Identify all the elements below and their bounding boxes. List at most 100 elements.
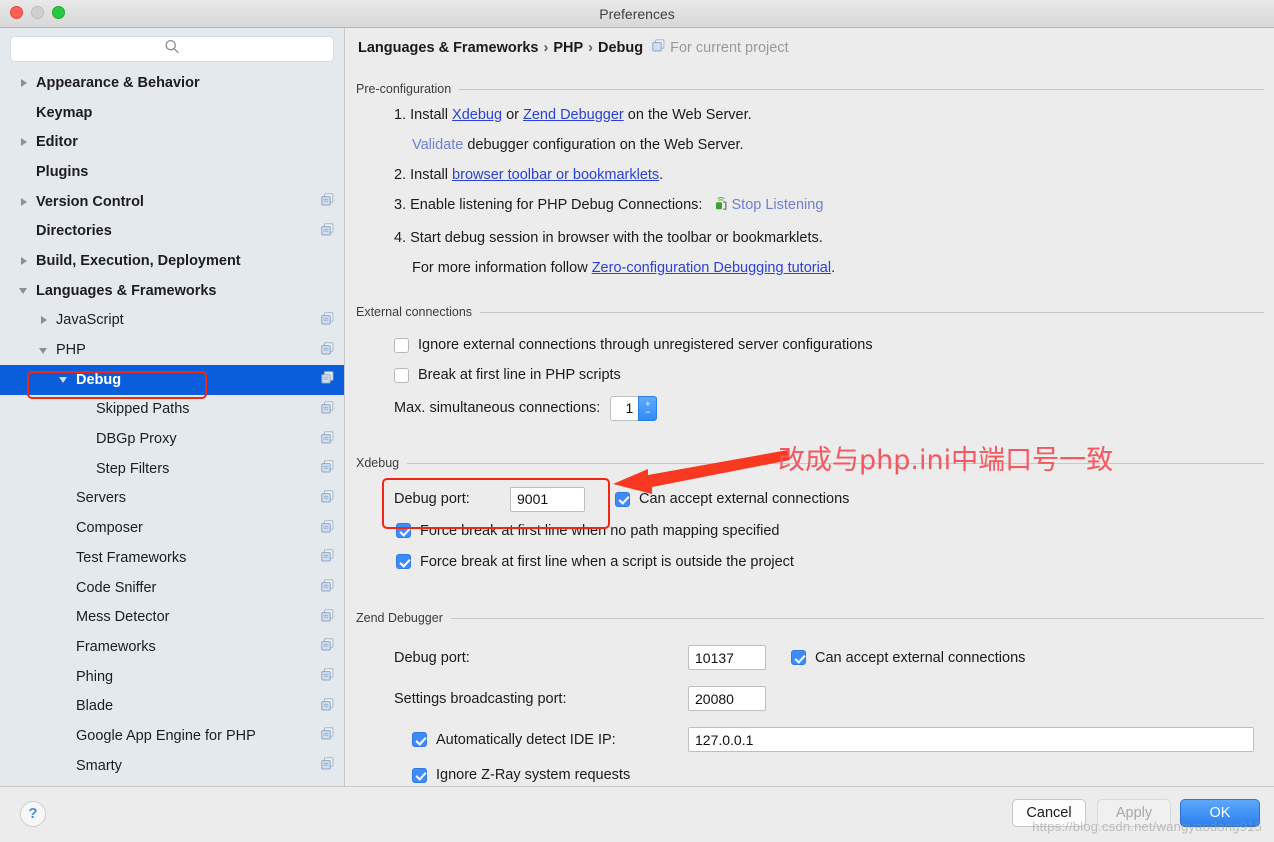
sidebar-item-code-sniffer[interactable]: Code Sniffer (0, 573, 344, 603)
sidebar-item-skipped-paths[interactable]: Skipped Paths (0, 395, 344, 425)
break-first-line-checkbox[interactable] (394, 367, 409, 383)
copy-settings-icon[interactable] (321, 371, 334, 388)
break-first-line-row[interactable]: Break at first line in PHP scripts (394, 360, 1264, 390)
sidebar-item-appearance-behavior[interactable]: Appearance & Behavior (0, 68, 344, 98)
copy-settings-icon[interactable] (321, 549, 334, 566)
step-2-number: 2. (394, 167, 407, 183)
chevron-right-icon[interactable] (18, 254, 31, 267)
ignore-external-connections-checkbox[interactable] (394, 337, 409, 353)
sidebar-item-debug[interactable]: Debug (0, 364, 344, 395)
stepper-down-icon[interactable]: − (645, 408, 650, 417)
settings-sidebar[interactable]: Appearance & Behavior Keymap Editor Plugins… (0, 28, 345, 786)
copy-settings-icon[interactable] (321, 312, 334, 329)
chevron-down-icon[interactable] (58, 373, 71, 386)
sidebar-item-test-frameworks[interactable]: Test Frameworks (0, 543, 344, 573)
copy-settings-icon[interactable] (321, 519, 334, 537)
zend-debugger-link[interactable]: Zend Debugger (523, 107, 624, 123)
xdebug-port-row: Debug port: Can accept external connecti… (394, 483, 1264, 515)
max-connections-stepper[interactable]: 1 + − (610, 395, 658, 421)
browser-toolbar-link[interactable]: browser toolbar or bookmarklets (452, 167, 659, 183)
zend-ide-ip-input[interactable] (688, 727, 1254, 752)
copy-settings-icon[interactable] (321, 430, 334, 448)
copy-settings-icon[interactable] (321, 757, 334, 774)
sidebar-item-servers[interactable]: Servers (0, 484, 344, 514)
breadcrumb-part-2[interactable]: PHP (553, 40, 583, 56)
copy-settings-icon[interactable] (321, 638, 334, 655)
sidebar-item-phing[interactable]: Phing (0, 662, 344, 692)
sidebar-item-mess-detector[interactable]: Mess Detector (0, 602, 344, 632)
copy-settings-icon[interactable] (321, 223, 334, 240)
search-input[interactable] (11, 37, 333, 61)
sidebar-item-composer[interactable]: Composer (0, 513, 344, 543)
zend-zray-row[interactable]: Ignore Z-Ray system requests (394, 760, 1264, 786)
chevron-right-icon[interactable] (18, 136, 31, 149)
step-3-text: Enable listening for PHP Debug Connectio… (410, 197, 703, 213)
xdebug-accept-row[interactable]: Can accept external connections (615, 491, 849, 507)
sidebar-item-dbgp-proxy[interactable]: DBGp Proxy (0, 424, 344, 454)
xdebug-accept-external-checkbox[interactable] (615, 491, 630, 507)
chevron-down-icon[interactable] (18, 284, 31, 297)
sidebar-item-label: Languages & Frameworks (36, 282, 217, 299)
sidebar-item-blade[interactable]: Blade (0, 691, 344, 721)
zend-ignore-zray-checkbox[interactable] (412, 767, 427, 783)
validate-link[interactable]: Validate (412, 137, 463, 153)
sidebar-item-frameworks[interactable]: Frameworks (0, 632, 344, 662)
sidebar-item-php[interactable]: PHP (0, 335, 344, 365)
xdebug-link[interactable]: Xdebug (452, 107, 502, 123)
sidebar-item-smarty[interactable]: Smarty (0, 751, 344, 781)
sidebar-item-google-app-engine-for-php[interactable]: Google App Engine for PHP (0, 721, 344, 751)
settings-tree[interactable]: Appearance & Behavior Keymap Editor Plugins… (0, 68, 344, 781)
search-box[interactable] (10, 36, 334, 62)
xdebug-force-nopath-row[interactable]: Force break at first line when no path m… (396, 515, 1264, 546)
sidebar-item-step-filters[interactable]: Step Filters (0, 454, 344, 484)
copy-settings-icon[interactable] (321, 341, 334, 359)
sidebar-item-editor[interactable]: Editor (0, 127, 344, 157)
zend-broadcast-input[interactable] (688, 686, 766, 711)
zend-accept-external-checkbox[interactable] (791, 650, 806, 665)
xdebug-title: Xdebug (356, 456, 400, 470)
zero-config-tutorial-link[interactable]: Zero-configuration Debugging tutorial (592, 260, 831, 276)
copy-settings-icon[interactable] (321, 579, 334, 596)
sidebar-item-version-control[interactable]: Version Control (0, 187, 344, 217)
xdebug-force-outside-checkbox[interactable] (396, 554, 411, 569)
ignore-external-connections-label: Ignore external connections through unre… (418, 337, 873, 353)
copy-settings-icon[interactable] (321, 727, 334, 744)
xdebug-port-input[interactable] (510, 486, 585, 512)
zend-autodetect-toggle[interactable]: Automatically detect IDE IP: (394, 732, 688, 748)
copy-settings-icon[interactable] (321, 401, 334, 418)
breadcrumb-part-1[interactable]: Languages & Frameworks (358, 40, 539, 56)
xdebug-force-nopath-checkbox[interactable] (396, 523, 411, 538)
sidebar-item-label: Mess Detector (76, 609, 170, 626)
copy-scope-icon (652, 39, 665, 56)
sidebar-item-javascript[interactable]: JavaScript (0, 306, 344, 336)
zend-autodetect-ip-checkbox[interactable] (412, 732, 427, 747)
stop-listening-button[interactable]: Stop Listening (732, 197, 824, 213)
copy-settings-icon[interactable] (321, 490, 334, 507)
listener-phone-icon (713, 193, 729, 223)
sidebar-item-label: Plugins (36, 163, 89, 180)
xdebug-force-outside-row[interactable]: Force break at first line when a script … (396, 546, 1264, 577)
sidebar-item-directories[interactable]: Directories (0, 216, 344, 246)
copy-settings-icon[interactable] (321, 193, 334, 210)
ignore-external-connections-row[interactable]: Ignore external connections through unre… (394, 330, 1264, 360)
zend-port-input[interactable] (688, 645, 766, 670)
copy-settings-icon[interactable] (321, 698, 334, 715)
zend-accept-row[interactable]: Can accept external connections (791, 650, 1025, 666)
sidebar-item-build-execution-deployment[interactable]: Build, Execution, Deployment (0, 246, 344, 276)
chevron-right-icon[interactable] (18, 76, 31, 89)
max-connections-value[interactable]: 1 (610, 395, 639, 421)
sidebar-item-plugins[interactable]: Plugins (0, 157, 344, 187)
help-button[interactable]: ? (20, 801, 46, 827)
stepper-arrows[interactable]: + − (638, 395, 658, 421)
chevron-right-icon[interactable] (38, 314, 51, 327)
pre-configuration-title: Pre-configuration (356, 82, 452, 96)
sidebar-item-keymap[interactable]: Keymap (0, 98, 344, 128)
chevron-down-icon[interactable] (38, 344, 51, 357)
chevron-right-icon[interactable] (18, 195, 31, 208)
section-divider (480, 311, 1264, 313)
copy-settings-icon[interactable] (321, 609, 334, 626)
copy-settings-icon[interactable] (321, 460, 334, 477)
copy-settings-icon[interactable] (321, 668, 334, 685)
sidebar-item-languages-frameworks[interactable]: Languages & Frameworks (0, 276, 344, 306)
